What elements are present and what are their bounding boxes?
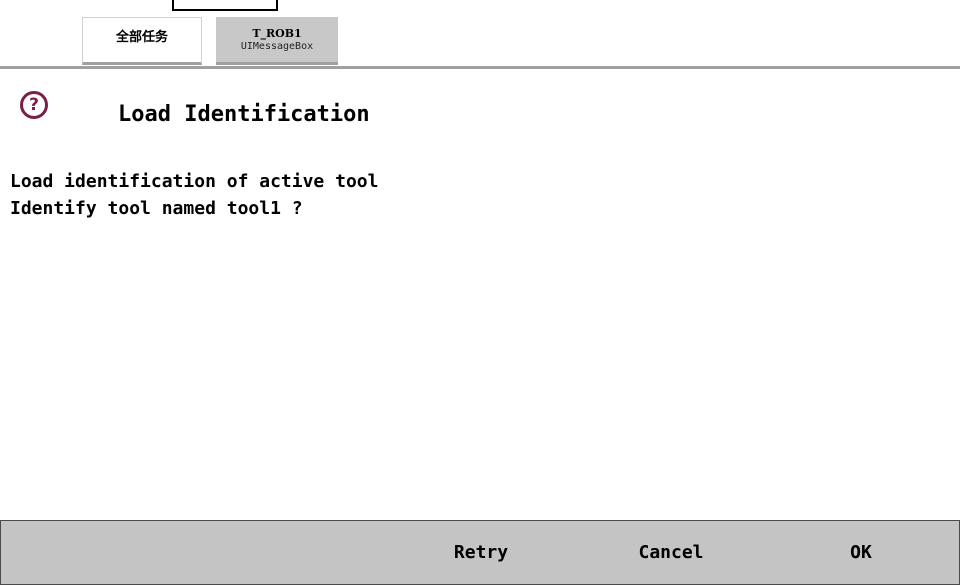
cancel-button[interactable]: Cancel [606,521,736,584]
button-bar: Retry Cancel OK [0,520,960,585]
ok-button[interactable]: OK [796,521,926,584]
tab-all-tasks[interactable]: 全部任务 [82,17,202,65]
header-divider [0,66,960,69]
tab-t-rob1[interactable]: T_ROB1 UIMessageBox [216,17,338,65]
tab-task-subtitle: UIMessageBox [240,41,314,52]
tab-task-title: T_ROB1 [252,27,302,40]
task-connector-line [172,0,278,11]
tab-all-tasks-label: 全部任务 [115,30,168,45]
dialog-message: Load identification of active tool Identi… [10,168,378,222]
question-icon: ? [20,91,48,119]
message-line: Identify tool named tool1 ? [10,198,303,219]
dialog-title: Load Identification [118,102,370,127]
message-line: Load identification of active tool [10,171,379,192]
retry-button[interactable]: Retry [416,521,546,584]
